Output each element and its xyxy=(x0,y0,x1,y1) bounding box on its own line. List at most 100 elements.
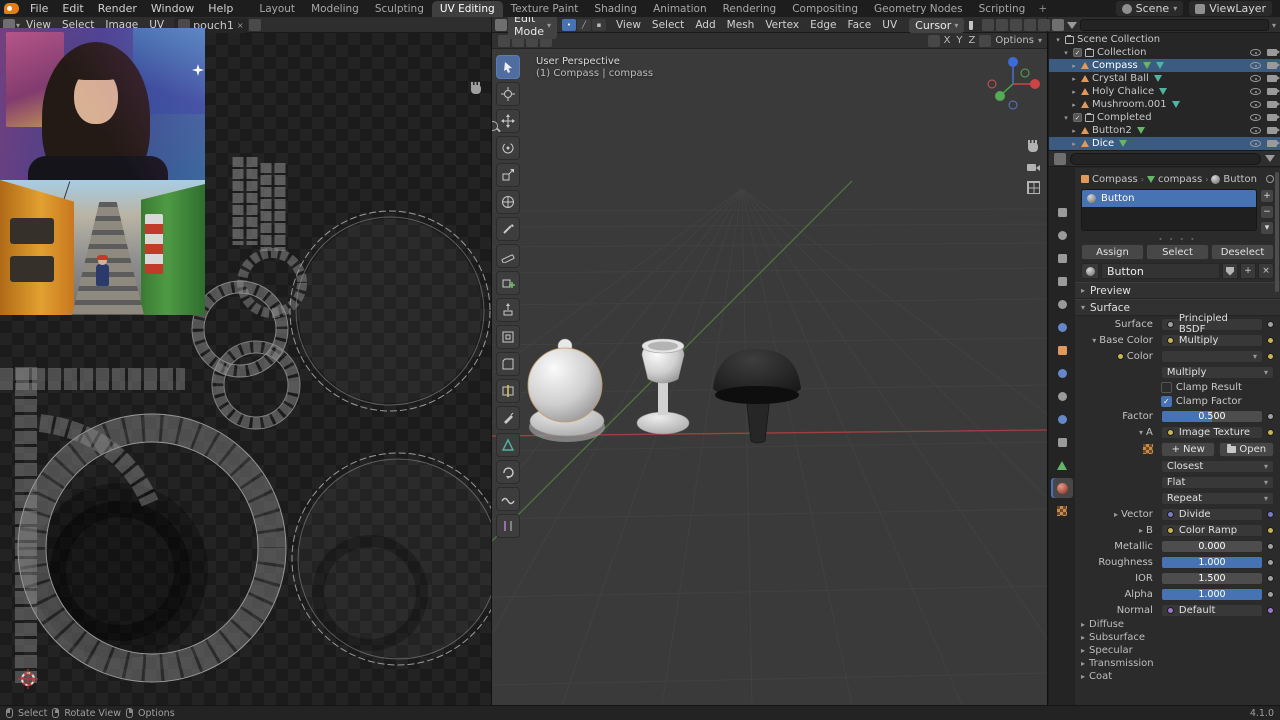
axis-z-toggle[interactable]: Z xyxy=(967,35,978,46)
eye-icon[interactable] xyxy=(1250,101,1261,108)
tool-annotate[interactable] xyxy=(496,217,520,241)
axis-y-toggle[interactable]: Y xyxy=(954,35,964,46)
pin-icon[interactable] xyxy=(1266,175,1274,183)
camera-icon[interactable] xyxy=(1267,127,1280,134)
tool-bevel[interactable] xyxy=(496,352,520,376)
show-overlays-icon[interactable] xyxy=(1010,19,1023,31)
vp-menu-vertex[interactable]: Vertex xyxy=(760,19,804,31)
remove-slot-button[interactable]: − xyxy=(1260,205,1274,219)
uv-pan-icon[interactable] xyxy=(468,81,483,96)
caret-right-icon[interactable]: ▸ xyxy=(1070,101,1078,109)
outliner-editor-type-icon[interactable] xyxy=(1052,19,1064,31)
filter-funnel-icon[interactable] xyxy=(1265,155,1275,162)
caret-down-icon[interactable]: ▾ xyxy=(1054,36,1062,44)
new-image-button[interactable]: + New xyxy=(1160,441,1216,457)
viewlayer-selector[interactable]: ViewLayer xyxy=(1189,1,1272,16)
camera-icon[interactable] xyxy=(1267,62,1280,69)
projection-dropdown[interactable]: Flat ▾ xyxy=(1160,475,1274,489)
tab-scripting[interactable]: Scripting xyxy=(971,1,1034,17)
add-workspace-button[interactable]: + xyxy=(1033,1,1052,17)
transmission-section-header[interactable]: ▸ Transmission xyxy=(1075,657,1280,670)
material-name-field[interactable]: Button xyxy=(1101,263,1220,279)
new-material-button[interactable]: + xyxy=(1240,263,1256,279)
tab-rendering[interactable]: Rendering xyxy=(715,1,785,17)
xray-toggle-icon[interactable] xyxy=(1024,19,1037,31)
menu-file[interactable]: File xyxy=(24,1,54,16)
properties-search-input[interactable] xyxy=(1070,152,1261,165)
tab-particles[interactable] xyxy=(1051,386,1073,406)
tab-tool[interactable] xyxy=(1051,202,1073,222)
metallic-slider[interactable]: 0.000 xyxy=(1160,539,1263,553)
eye-icon[interactable] xyxy=(1250,49,1261,56)
menu-render[interactable]: Render xyxy=(92,1,143,16)
vp-menu-view[interactable]: View xyxy=(611,19,646,31)
snap-icon[interactable] xyxy=(979,34,992,47)
extension-dropdown[interactable]: Repeat ▾ xyxy=(1160,491,1274,505)
outliner-row-button2[interactable]: ▸ Button2 xyxy=(1049,124,1280,137)
object-compass[interactable] xyxy=(527,338,605,442)
subsurface-section-header[interactable]: ▸ Subsurface xyxy=(1075,631,1280,644)
camera-icon[interactable] xyxy=(1267,49,1280,56)
image-pin-icon[interactable] xyxy=(248,19,261,31)
input-b-menu[interactable]: Color Ramp xyxy=(1160,523,1263,537)
tool-poly-build[interactable] xyxy=(496,433,520,457)
select-button[interactable]: Select xyxy=(1146,244,1209,260)
eye-icon[interactable] xyxy=(1250,88,1261,95)
outliner-search-input[interactable] xyxy=(1080,19,1269,31)
tab-modeling[interactable]: Modeling xyxy=(303,1,367,17)
vertex-select-mode-button[interactable]: • xyxy=(561,19,576,31)
tab-geometry-nodes[interactable]: Geometry Nodes xyxy=(866,1,971,17)
scene-selector[interactable]: Scene ▾ xyxy=(1115,1,1184,16)
tab-compositing[interactable]: Compositing xyxy=(784,1,866,17)
properties-scrollbar[interactable] xyxy=(1275,172,1279,292)
tab-render[interactable] xyxy=(1051,225,1073,245)
menu-window[interactable]: Window xyxy=(145,1,200,16)
vp-menu-select[interactable]: Select xyxy=(647,19,689,31)
tool-smooth[interactable] xyxy=(496,487,520,511)
menu-help[interactable]: Help xyxy=(202,1,239,16)
caret-right-icon[interactable]: ▸ xyxy=(1114,510,1118,519)
clamp-result-checkbox[interactable] xyxy=(1160,381,1172,393)
navigation-gizmo[interactable] xyxy=(987,57,1040,110)
viewport-camera-icon[interactable] xyxy=(1025,159,1041,175)
caret-down-icon[interactable]: ▾ xyxy=(1062,114,1070,122)
diffuse-section-header[interactable]: ▸ Diffuse xyxy=(1075,618,1280,631)
specular-section-header[interactable]: ▸ Specular xyxy=(1075,644,1280,657)
exclude-checkbox[interactable]: ✓ xyxy=(1073,113,1082,122)
vp-menu-face[interactable]: Face xyxy=(843,19,877,31)
outliner-row-crystal-ball[interactable]: ▸ Crystal Ball xyxy=(1049,72,1280,85)
camera-icon[interactable] xyxy=(1267,114,1280,121)
tab-shading[interactable]: Shading xyxy=(586,1,645,17)
caret-right-icon[interactable]: ▸ xyxy=(1070,127,1078,135)
caret-right-icon[interactable]: ▸ xyxy=(1070,62,1078,70)
viewport-ortho-icon[interactable] xyxy=(1025,179,1041,195)
tab-view-layer[interactable] xyxy=(1051,271,1073,291)
breadcrumb-material[interactable]: Button xyxy=(1223,174,1257,185)
tab-scene[interactable] xyxy=(1051,294,1073,314)
eye-icon[interactable] xyxy=(1250,62,1261,69)
snap-magnet-icon[interactable] xyxy=(969,20,974,30)
edge-select-mode-button[interactable]: ╱ xyxy=(576,19,591,31)
caret-right-icon[interactable]: ▸ xyxy=(1139,526,1143,535)
menu-edit[interactable]: Edit xyxy=(56,1,89,16)
tab-sculpting[interactable]: Sculpting xyxy=(367,1,432,17)
caret-down-icon[interactable]: ▾ xyxy=(1062,49,1070,57)
vp-menu-uv[interactable]: UV xyxy=(877,19,902,31)
alpha-slider[interactable]: 1.000 xyxy=(1160,587,1263,601)
normal-menu[interactable]: Default xyxy=(1160,603,1263,617)
caret-right-icon[interactable]: ▸ xyxy=(1070,75,1078,83)
tool-extrude[interactable] xyxy=(496,298,520,322)
clamp-factor-checkbox[interactable]: ✓ xyxy=(1160,395,1172,407)
tool-cursor[interactable] xyxy=(496,82,520,106)
close-icon[interactable]: × xyxy=(237,21,244,30)
exclude-checkbox[interactable]: ✓ xyxy=(1073,48,1082,57)
vp-menu-mesh[interactable]: Mesh xyxy=(722,19,760,31)
caret-down-icon[interactable]: ▾ xyxy=(1092,336,1096,345)
base-color-menu[interactable]: Multiply xyxy=(1160,333,1263,347)
tab-physics[interactable] xyxy=(1051,409,1073,429)
tool-edge-slide[interactable] xyxy=(496,514,520,538)
uv-island-chains[interactable] xyxy=(191,248,307,430)
tab-texture[interactable] xyxy=(1051,501,1073,521)
surface-shader-menu[interactable]: Principled BSDF xyxy=(1160,313,1263,335)
face-select-mode-button[interactable]: ▪ xyxy=(591,19,606,31)
